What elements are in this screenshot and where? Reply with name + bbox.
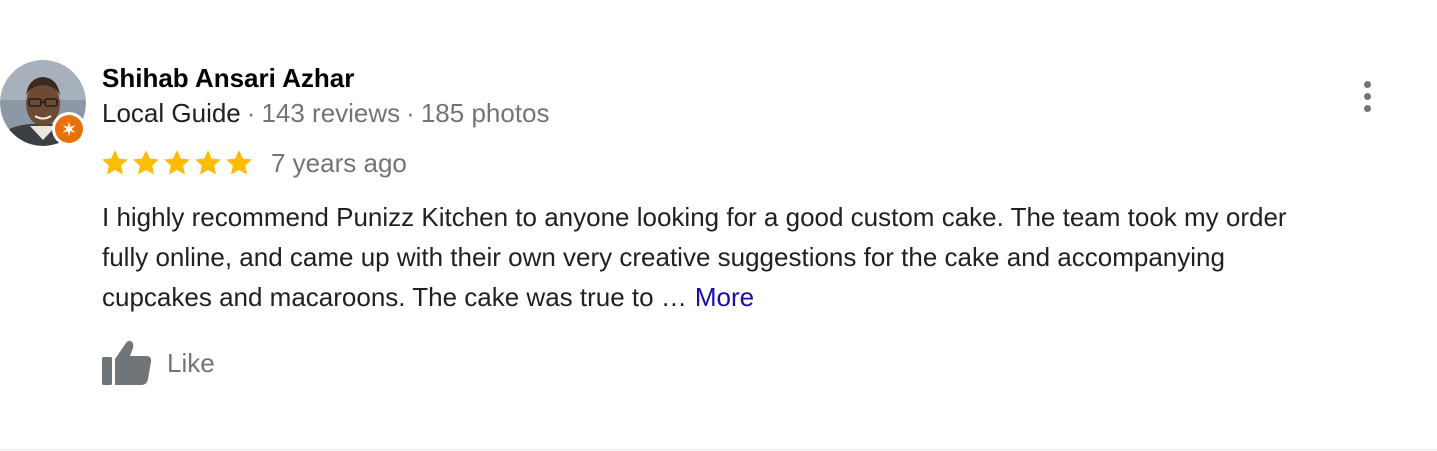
author-meta: Local Guide · 143 reviews · 185 photos	[102, 97, 550, 129]
rating-row: 7 years ago	[100, 146, 407, 180]
star-icon	[226, 150, 252, 175]
review-date: 7 years ago	[271, 148, 407, 178]
star-icon	[164, 150, 190, 175]
like-button[interactable]: Like	[102, 338, 215, 388]
local-guide-badge-icon	[52, 112, 86, 146]
review-text-line: I highly recommend Punizz Kitchen to any…	[102, 202, 1287, 232]
star-icon	[195, 150, 221, 175]
local-guide-label: Local Guide	[102, 98, 241, 128]
local-guide-star-icon	[62, 121, 76, 137]
review-card: Shihab Ansari Azhar Local Guide · 143 revi…	[0, 0, 1437, 450]
star-icon	[102, 150, 128, 175]
meta-separator: ·	[246, 98, 256, 128]
star-rating	[100, 148, 255, 178]
review-text-line: fully online, and came up with their own…	[102, 242, 1225, 272]
review-text: I highly recommend Punizz Kitchen to any…	[102, 197, 1412, 317]
review-text-line: cupcakes and macaroons. The cake was tru…	[102, 282, 755, 312]
author-name[interactable]: Shihab Ansari Azhar	[102, 62, 354, 94]
review-count: 143 reviews	[261, 98, 401, 128]
meta-separator: ·	[406, 98, 415, 128]
more-link[interactable]: More	[695, 282, 754, 312]
more-vert-icon	[1363, 80, 1371, 88]
thumb-up-icon	[102, 340, 152, 385]
avatar[interactable]	[0, 60, 88, 148]
more-options-button[interactable]	[1348, 74, 1386, 118]
like-label: Like	[167, 348, 215, 378]
star-icon	[133, 150, 159, 175]
photo-count: 185 photos	[420, 98, 550, 128]
